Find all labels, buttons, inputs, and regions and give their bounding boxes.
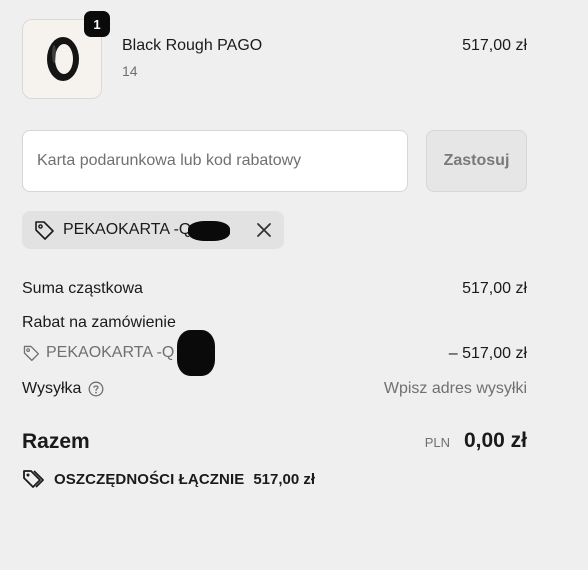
discount-code-input[interactable] [22,130,408,192]
product-variant: 14 [122,63,138,79]
total-value: 0,00 zł [463,429,527,452]
applied-discount-chip: PEKAOKARTA -Q Q [22,211,284,249]
redaction-scribble [177,330,215,376]
total-currency: PLN [424,435,450,450]
tag-icon [35,221,54,240]
order-discount-label: Rabat na zamówienie [22,314,176,331]
total-savings-value: 517,00 zł [253,470,316,488]
apply-discount-button[interactable]: Zastosuj [426,130,527,192]
order-discount-value: – 517,00 zł [448,345,527,362]
total-savings-label: OSZCZĘDNOŚCI ŁĄCZNIE [54,470,245,488]
shipping-value: Wpisz adres wysyłki [383,380,527,397]
applied-discount-code: PEKAOKARTA -Q Q [63,221,209,238]
redaction-scribble [188,221,230,241]
product-price: 517,00 zł [462,37,527,54]
subtotal-label: Suma cząstkowa [22,280,143,297]
ring-icon [47,37,79,81]
tag-icon [23,345,40,362]
total-savings: OSZCZĘDNOŚCI ŁĄCZNIE 517,00 zł [22,469,315,489]
order-discount-code-row: PEKAOKARTA -Q Q [22,344,191,362]
product-name: Black Rough PAGO [122,37,263,54]
tags-icon [23,470,44,488]
order-discount-code: PEKAOKARTA -Q Q [46,344,192,361]
remove-discount-icon[interactable] [256,222,272,238]
shipping-label: Wysyłka [22,380,82,397]
help-icon[interactable] [88,381,104,397]
shipping-row: Wysyłka [22,380,104,398]
quantity-badge: 1 [84,11,110,37]
total-label: Razem [22,430,90,453]
subtotal-value: 517,00 zł [462,280,527,297]
